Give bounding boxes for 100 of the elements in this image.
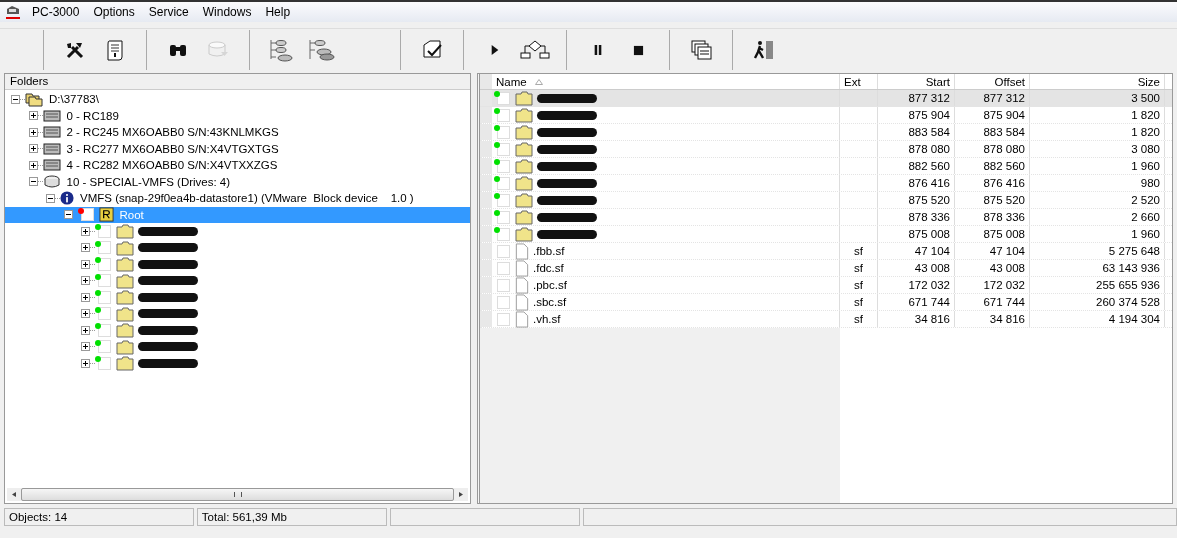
table-cell: 882 560 (983, 160, 1025, 172)
file-icon (515, 242, 529, 260)
row-header-cell[interactable] (480, 192, 492, 208)
file-name: .fbb.sf (533, 245, 565, 257)
expand-toggle[interactable] (28, 177, 38, 187)
checkbox[interactable] (98, 340, 111, 354)
tree-item[interactable]: 2 - RC245 MX6OABB0 S/N:43KNLMKGS (64, 126, 281, 139)
row-header-cell[interactable] (480, 209, 492, 225)
checkbox[interactable] (497, 278, 510, 292)
expand-toggle[interactable] (46, 193, 55, 203)
expand-toggle[interactable] (81, 292, 90, 302)
row-header-cell[interactable] (480, 277, 492, 293)
expand-toggle[interactable] (28, 127, 38, 137)
checkbox[interactable] (98, 356, 111, 370)
column-header[interactable]: Start (878, 74, 955, 89)
table-cell: 877 312 (983, 92, 1025, 104)
table-cell: 878 080 (983, 143, 1025, 155)
menu-item[interactable]: Options (88, 5, 140, 19)
checkbox[interactable] (497, 125, 510, 139)
horizontal-scrollbar[interactable] (7, 488, 468, 501)
root-folder-icon (98, 207, 114, 223)
expand-toggle[interactable] (81, 342, 90, 352)
row-header-cell[interactable] (480, 260, 492, 276)
checkbox[interactable] (497, 312, 510, 326)
file-icon (515, 259, 529, 277)
menu-item[interactable]: PC-3000 (27, 5, 85, 19)
redaction-scribble (537, 93, 597, 103)
folder-icon (515, 158, 533, 174)
row-header-cell[interactable] (480, 294, 492, 310)
checkbox[interactable] (497, 210, 510, 224)
row-header-cell[interactable] (480, 124, 492, 140)
menu-item[interactable]: Service (143, 5, 194, 19)
expand-toggle[interactable] (81, 325, 90, 335)
checkbox[interactable] (497, 244, 510, 258)
row-header-cell[interactable] (480, 175, 492, 191)
table-row[interactable]: 877 312 877 312 3 500 (480, 90, 1172, 107)
table-row[interactable]: 876 416 876 416 980 (480, 175, 1172, 192)
tree-item[interactable]: 3 - RC277 MX6OABB0 S/N:X4VTGXTGS (64, 142, 281, 155)
table-row[interactable]: 875 520 875 520 2 520 (480, 192, 1172, 209)
row-header-cell[interactable] (480, 141, 492, 157)
column-header[interactable]: Offset (955, 74, 1030, 89)
disk-stack-icon (307, 37, 335, 63)
folder-icon (116, 239, 134, 256)
table-row[interactable]: 882 560 882 560 1 960 (480, 158, 1172, 175)
row-header-cell[interactable] (480, 226, 492, 242)
column-header[interactable]: Name (492, 74, 840, 89)
table-cell: 878 336 (908, 211, 950, 223)
checkbox[interactable] (98, 241, 111, 255)
expand-toggle[interactable] (28, 144, 38, 154)
row-header-cell[interactable] (480, 90, 492, 106)
checkbox[interactable] (497, 142, 510, 156)
tree-item[interactable]: 0 - RC189 (64, 109, 121, 122)
expand-toggle[interactable] (81, 276, 90, 286)
table-cell: 255 655 936 (1096, 279, 1160, 291)
row-header-cell[interactable] (480, 107, 492, 123)
checkbox[interactable] (497, 295, 510, 309)
row-header-cell[interactable] (480, 158, 492, 174)
checkbox[interactable] (497, 193, 510, 207)
table-cell: 875 904 (908, 109, 950, 121)
table-cell: 63 143 936 (1102, 262, 1160, 274)
checkbox[interactable] (98, 274, 111, 288)
column-header[interactable]: Size (1030, 74, 1165, 89)
table-row[interactable]: 883 584 883 584 1 820 (480, 124, 1172, 141)
expand-toggle[interactable] (81, 358, 90, 368)
tree-item[interactable]: 4 - RC282 MX6OABB0 S/N:X4VTXXZGS (64, 159, 280, 172)
table-row[interactable]: 875 904 875 904 1 820 (480, 107, 1172, 124)
checkbox[interactable] (497, 227, 510, 241)
column-header[interactable]: Ext (840, 74, 878, 89)
expand-toggle[interactable] (81, 309, 90, 319)
checkbox[interactable] (497, 91, 510, 105)
menu-item[interactable]: Help (260, 5, 296, 19)
expand-toggle[interactable] (28, 160, 38, 170)
checkbox[interactable] (497, 159, 510, 173)
checkbox[interactable] (497, 176, 510, 190)
expand-toggle[interactable] (81, 226, 90, 236)
table-row[interactable]: 878 080 878 080 3 080 (480, 141, 1172, 158)
row-header-cell[interactable] (480, 311, 492, 327)
checkbox[interactable] (98, 257, 111, 271)
checkbox[interactable] (98, 290, 111, 304)
tools-icon (65, 40, 85, 60)
checkbox[interactable] (497, 261, 510, 275)
checkbox[interactable] (98, 224, 111, 238)
tree-item[interactable]: VMFS (snap-29f0ea4b-datastore1) (VMware Block device 1.0 ) (78, 192, 416, 205)
play-icon (490, 43, 500, 57)
expand-toggle[interactable] (11, 94, 20, 104)
folder-stack-icon (25, 91, 43, 108)
checkbox[interactable] (98, 323, 111, 337)
row-header-cell[interactable] (480, 243, 492, 259)
menu-item[interactable]: Windows (197, 5, 257, 19)
table-row[interactable]: 878 336 878 336 2 660 (480, 209, 1172, 226)
tree-item[interactable]: 10 - SPECIAL-VMFS (Drives: 4) (64, 175, 233, 188)
expand-toggle[interactable] (28, 111, 38, 121)
expand-toggle[interactable] (63, 210, 73, 220)
checkbox[interactable] (497, 108, 510, 122)
checkbox[interactable] (98, 307, 111, 321)
table-cell: sf (854, 279, 863, 291)
expand-toggle[interactable] (81, 243, 90, 253)
expand-toggle[interactable] (81, 259, 90, 269)
table-cell: 34 816 (989, 313, 1025, 325)
tree-item[interactable]: D:\37783\ (47, 93, 101, 106)
